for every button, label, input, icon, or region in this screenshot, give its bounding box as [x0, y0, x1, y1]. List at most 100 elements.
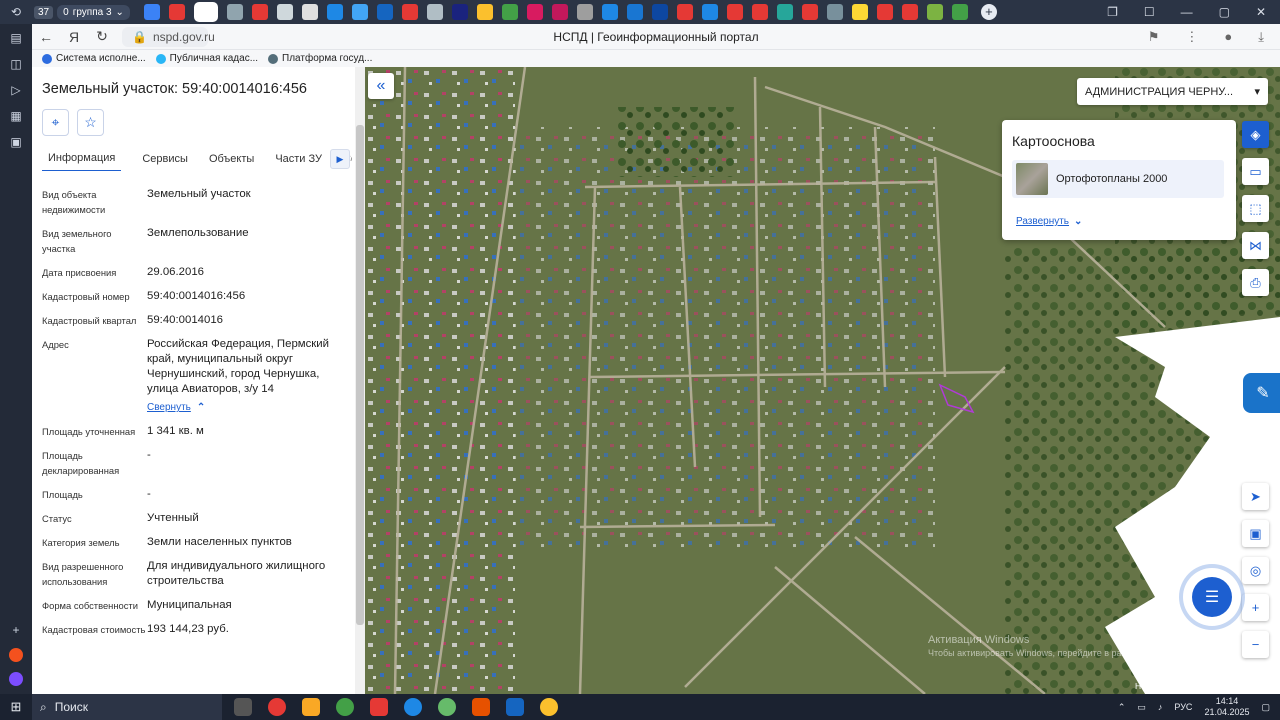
- app-icon[interactable]: [268, 698, 286, 716]
- zoom-out-button[interactable]: −: [1242, 631, 1269, 658]
- tab-group[interactable]: 37 0 группа 3 ⌄: [34, 4, 130, 20]
- basemap-option[interactable]: Ортофотопланы 2000: [1012, 160, 1224, 198]
- tab-favicon[interactable]: [251, 4, 268, 20]
- file-explorer-icon[interactable]: [302, 698, 320, 716]
- tab-favicon[interactable]: [826, 4, 843, 20]
- history-icon[interactable]: ⟲: [0, 0, 32, 24]
- tab-favicon[interactable]: [726, 4, 743, 20]
- task-view-icon[interactable]: [234, 698, 252, 716]
- tab-favicon[interactable]: [451, 4, 468, 20]
- notifications-icon[interactable]: ▢: [1261, 702, 1270, 713]
- locate-me-button[interactable]: ➤: [1242, 483, 1269, 510]
- tab-favicon[interactable]: [226, 4, 243, 20]
- tab-group-pill[interactable]: 0 группа 3 ⌄: [57, 4, 130, 20]
- tab-active[interactable]: [193, 2, 218, 22]
- zoom-to-object-button[interactable]: ⌖: [42, 109, 69, 136]
- back-icon[interactable]: ←: [32, 29, 60, 45]
- clock[interactable]: 14:14 21.04.2025: [1204, 696, 1249, 718]
- print-button[interactable]: ⎙: [1242, 269, 1269, 296]
- tab-favicon[interactable]: [501, 4, 518, 20]
- tab-favicon[interactable]: [951, 4, 968, 20]
- tab-favicon[interactable]: [776, 4, 793, 20]
- select-area-button[interactable]: ⬚: [1242, 195, 1269, 222]
- tabs-icon[interactable]: ❐: [1107, 5, 1118, 19]
- tab-favicon[interactable]: [626, 4, 643, 20]
- app-icon[interactable]: [9, 648, 23, 662]
- app-icon[interactable]: [472, 698, 490, 716]
- tab-favicon[interactable]: [576, 4, 593, 20]
- add-icon[interactable]: +: [8, 622, 24, 638]
- tab-favicon[interactable]: [851, 4, 868, 20]
- extension-icon[interactable]: ●: [1224, 29, 1232, 45]
- tray-chevron-icon[interactable]: ⌃: [1118, 702, 1126, 713]
- tab-favicon[interactable]: [751, 4, 768, 20]
- layers-button[interactable]: ◈: [1242, 121, 1269, 148]
- chat-button[interactable]: ☰: [1183, 568, 1241, 626]
- tab-objects[interactable]: Объекты: [209, 147, 254, 171]
- close-icon[interactable]: ✕: [1256, 5, 1266, 19]
- new-tab-icon[interactable]: +: [980, 4, 997, 20]
- share-button[interactable]: ⋈: [1242, 232, 1269, 259]
- calendar-icon[interactable]: ▦: [8, 108, 24, 124]
- network-icon[interactable]: ▭: [1137, 702, 1146, 713]
- yandex-icon[interactable]: Я: [60, 29, 88, 45]
- minimap-button[interactable]: ▣: [1242, 520, 1269, 547]
- language-indicator[interactable]: РУС: [1174, 702, 1192, 712]
- tab-favicon[interactable]: [651, 4, 668, 20]
- tab-favicon[interactable]: [526, 4, 543, 20]
- play-icon[interactable]: ▷: [8, 82, 24, 98]
- app-icon[interactable]: [9, 672, 23, 686]
- minimize-icon[interactable]: —: [1181, 5, 1193, 19]
- more-icon[interactable]: ⋮: [1185, 29, 1198, 45]
- tab-favicon[interactable]: [801, 4, 818, 20]
- geolocation-button[interactable]: ◎: [1242, 557, 1269, 584]
- tab-favicon[interactable]: [276, 4, 293, 20]
- url-field[interactable]: 🔒 nspd.gov.ru: [122, 26, 215, 47]
- ruler-button[interactable]: ▭: [1242, 158, 1269, 185]
- tab-favicon[interactable]: [426, 4, 443, 20]
- app-icon[interactable]: [438, 698, 456, 716]
- download-icon[interactable]: ⤓: [1258, 29, 1264, 45]
- gallery-icon[interactable]: ▣: [8, 134, 24, 150]
- bookmark-item[interactable]: Публичная кадас...: [155, 53, 258, 64]
- word-icon[interactable]: [506, 698, 524, 716]
- tab-favicon[interactable]: [876, 4, 893, 20]
- maximize-icon[interactable]: ▢: [1219, 5, 1230, 19]
- feedback-tab-icon[interactable]: ✎: [1243, 373, 1280, 413]
- tab-favicon[interactable]: [901, 4, 918, 20]
- tab-favicon[interactable]: [476, 4, 493, 20]
- collapse-link[interactable]: Свернуть ⌃: [147, 400, 337, 415]
- bookmark-item[interactable]: Платформа госуд...: [268, 53, 372, 64]
- yandex-browser-icon[interactable]: [370, 698, 388, 716]
- tab-favicon[interactable]: [676, 4, 693, 20]
- tabs-next-button[interactable]: ▶: [330, 149, 350, 169]
- tab-information[interactable]: Информация: [42, 147, 122, 171]
- panel-scrollbar-thumb[interactable]: [356, 125, 364, 625]
- taskbar-search[interactable]: ⌕ Поиск: [32, 694, 222, 720]
- bookmark-icon[interactable]: ☐: [1144, 5, 1155, 19]
- tab-favicon[interactable]: [143, 4, 160, 20]
- tab-services[interactable]: Сервисы: [142, 147, 188, 171]
- tab-favicon[interactable]: [926, 4, 943, 20]
- tab-favicon[interactable]: [326, 4, 343, 20]
- tab-favicon[interactable]: [601, 4, 618, 20]
- volume-icon[interactable]: ♪: [1158, 702, 1163, 712]
- tab-favicon[interactable]: [551, 4, 568, 20]
- messenger-icon[interactable]: ◫: [8, 56, 24, 72]
- administration-select[interactable]: АДМИНИСТРАЦИЯ ЧЕРНУ... ▾: [1077, 78, 1268, 105]
- tab-favicon[interactable]: [301, 4, 318, 20]
- edge-icon[interactable]: [404, 698, 422, 716]
- tab-favicon[interactable]: [351, 4, 368, 20]
- collapse-panel-button[interactable]: «: [368, 73, 394, 99]
- notes-icon[interactable]: ▤: [8, 30, 24, 46]
- tab-parts[interactable]: Части ЗУ: [275, 147, 322, 171]
- tab-favicon[interactable]: [401, 4, 418, 20]
- tab-favicon[interactable]: [168, 4, 185, 20]
- chrome-icon[interactable]: [336, 698, 354, 716]
- favorite-button[interactable]: ☆: [77, 109, 104, 136]
- app-icon[interactable]: [540, 698, 558, 716]
- windows-start-icon[interactable]: ⊞: [0, 699, 32, 715]
- bookmark-item[interactable]: Система исполне...: [42, 53, 146, 64]
- map-view[interactable]: « АДМИНИСТРАЦИЯ ЧЕРНУ... ▾ Картооснова О…: [365, 67, 1280, 694]
- reload-icon[interactable]: ↻: [88, 28, 116, 45]
